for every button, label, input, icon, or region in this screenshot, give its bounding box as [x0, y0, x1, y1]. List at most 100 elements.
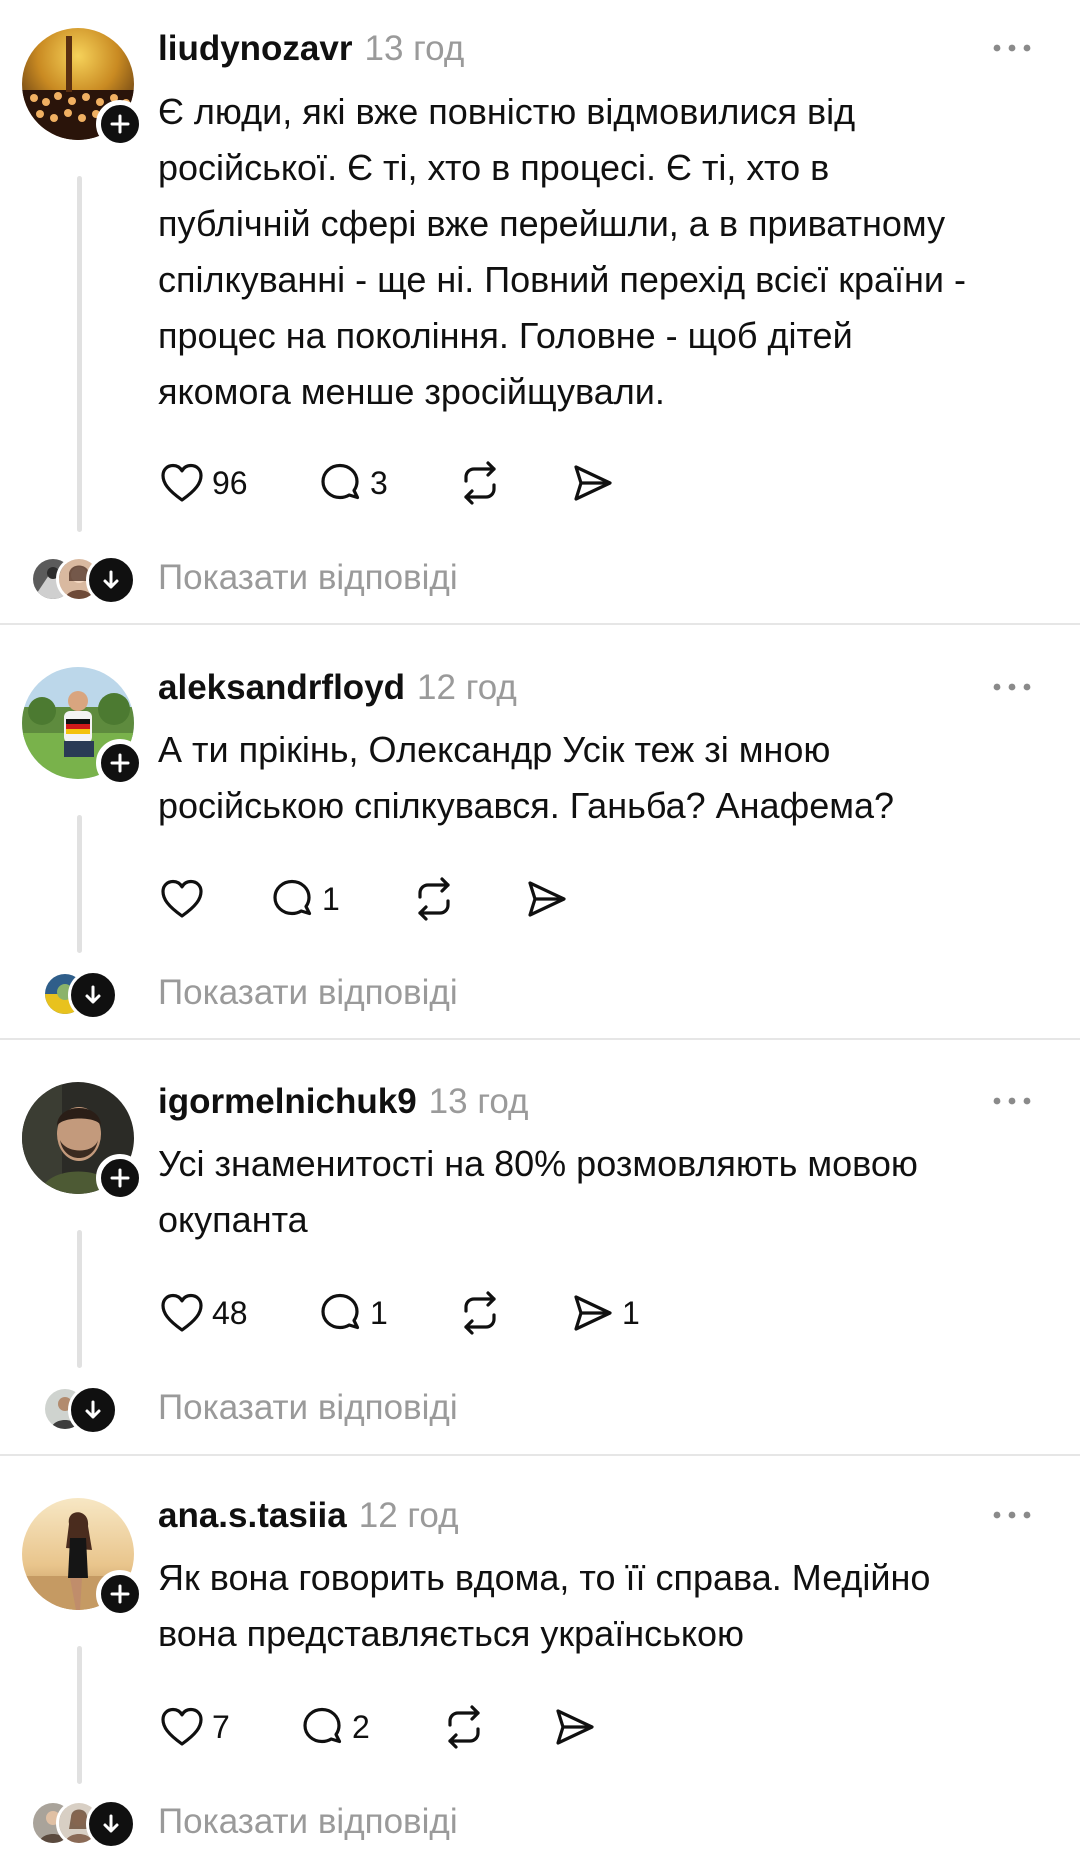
timestamp: 12 год	[417, 668, 517, 707]
more-dots-icon	[993, 1511, 1031, 1519]
like-button[interactable]: 96	[158, 453, 248, 513]
comment-button[interactable]: 3	[316, 453, 388, 513]
more-options-button[interactable]	[984, 28, 1040, 68]
expand-replies-button[interactable]	[68, 970, 118, 1020]
replies-row: Показати відповіді	[0, 1792, 1080, 1852]
comment-text-line: якомога менше зросійщували.	[158, 371, 665, 412]
comments-feed: liudynozavr 13 год Є люди, які вже повні…	[0, 0, 1080, 1849]
comment-count: 3	[370, 464, 388, 501]
comment-header: ana.s.tasiia 12 год	[158, 1491, 459, 1541]
heart-icon	[161, 879, 203, 918]
more-dots-icon	[993, 1097, 1031, 1105]
repost-button[interactable]	[410, 869, 458, 929]
comment-text-line: спілкуванні - ще ні. Повний перехід всіє…	[158, 259, 967, 300]
comment-bubble-icon	[273, 879, 312, 916]
comment-header: aleksandrfloyd 12 год	[158, 663, 517, 713]
follow-button[interactable]	[96, 1154, 144, 1202]
more-options-button[interactable]	[984, 1495, 1040, 1535]
comment-text-line: процес на покоління. Головне - щоб дітей	[158, 315, 853, 356]
comment-count: 1	[322, 880, 340, 917]
like-count: 7	[212, 1708, 230, 1745]
thread-line	[77, 1230, 82, 1368]
send-icon	[556, 1709, 594, 1745]
expand-replies-button[interactable]	[86, 555, 136, 605]
show-replies-link[interactable]: Показати відповіді	[158, 548, 458, 608]
username[interactable]: ana.s.tasiia	[158, 1496, 347, 1536]
comment-count: 2	[352, 1708, 370, 1745]
plus-icon	[110, 1168, 130, 1188]
send-icon	[528, 881, 566, 917]
plus-icon	[110, 753, 130, 773]
username[interactable]: aleksandrfloyd	[158, 668, 405, 708]
more-options-button[interactable]	[984, 667, 1040, 707]
share-count: 1	[622, 1294, 640, 1331]
show-replies-link[interactable]: Показати відповіді	[158, 963, 458, 1023]
comment-count: 1	[370, 1294, 388, 1331]
share-button[interactable]: 1	[568, 1283, 640, 1343]
expand-replies-button[interactable]	[68, 1385, 118, 1435]
comment-text: Як вона говорить вдома, то її справа. Ме…	[158, 1550, 1058, 1662]
arrow-down-icon	[103, 1814, 119, 1833]
repost-icon	[464, 1291, 496, 1335]
follow-button[interactable]	[96, 1570, 144, 1618]
thread-line	[77, 815, 82, 953]
show-replies-link[interactable]: Показати відповіді	[158, 1378, 458, 1438]
plus-icon	[110, 114, 130, 134]
comment-bubble-icon	[321, 463, 360, 500]
comment-post: ana.s.tasiia 12 год Як вона говорить вдо…	[0, 1456, 1080, 1849]
comment-text-line: окупанта	[158, 1199, 308, 1240]
comment-text-line: публічній сфері вже перейшли, а в приват…	[158, 203, 946, 244]
comment-text-line: Є люди, які вже повністю відмовилися від	[158, 91, 856, 132]
share-button[interactable]	[550, 1697, 598, 1757]
comment-text: А ти прікінь, Олександр Усік теж зі мною…	[158, 722, 1058, 834]
comment-text: Усі знаменитості на 80% розмовляють мово…	[158, 1136, 1058, 1248]
like-count: 96	[212, 464, 248, 501]
repost-icon	[448, 1705, 480, 1749]
heart-icon	[161, 1707, 203, 1746]
comment-text-line: російською спілкувався. Ганьба? Анафема?	[158, 785, 895, 826]
comment-bubble-icon	[303, 1707, 342, 1744]
repost-button[interactable]	[456, 1283, 504, 1343]
username[interactable]: liudynozavr	[158, 29, 352, 69]
thread-line	[77, 1646, 82, 1784]
comment-button[interactable]: 1	[268, 869, 340, 929]
comment-bubble-icon	[321, 1293, 360, 1330]
comment-post: igormelnichuk9 13 год Усі знаменитості н…	[0, 1040, 1080, 1453]
expand-replies-button[interactable]	[86, 1799, 136, 1849]
replies-row: Показати відповіді	[0, 1378, 1080, 1438]
replies-row: Показати відповіді	[0, 548, 1080, 608]
repost-icon	[418, 877, 450, 921]
like-button[interactable]: 7	[158, 1697, 230, 1757]
comment-text-line: А ти прікінь, Олександр Усік теж зі мною	[158, 729, 831, 770]
follow-button[interactable]	[96, 100, 144, 148]
replies-row: Показати відповіді	[0, 963, 1080, 1023]
comment-text: Є люди, які вже повністю відмовилися від…	[158, 84, 1058, 420]
show-replies-link[interactable]: Показати відповіді	[158, 1792, 458, 1852]
share-button[interactable]	[568, 453, 616, 513]
repost-button[interactable]	[456, 453, 504, 513]
username[interactable]: igormelnichuk9	[158, 1082, 417, 1122]
comment-post: aleksandrfloyd 12 год А ти прікінь, Олек…	[0, 625, 1080, 1037]
like-button[interactable]	[158, 869, 206, 929]
comment-text-line: Як вона говорить вдома, то її справа. Ме…	[158, 1557, 931, 1598]
repost-button[interactable]	[440, 1697, 488, 1757]
arrow-down-icon	[103, 570, 119, 589]
like-count: 48	[212, 1294, 248, 1331]
follow-button[interactable]	[96, 739, 144, 787]
more-dots-icon	[993, 44, 1031, 52]
share-button[interactable]	[522, 869, 570, 929]
heart-icon	[161, 1293, 203, 1332]
comment-button[interactable]: 1	[316, 1283, 388, 1343]
comment-text-line: вона представляється українською	[158, 1613, 745, 1654]
send-icon	[574, 1295, 612, 1331]
comment-text-line: російської. Є ті, хто в процесі. Є ті, х…	[158, 147, 830, 188]
timestamp: 12 год	[358, 1496, 459, 1535]
more-options-button[interactable]	[984, 1081, 1040, 1121]
comment-button[interactable]: 2	[298, 1697, 370, 1757]
arrow-down-icon	[85, 1400, 101, 1419]
more-dots-icon	[993, 683, 1031, 691]
arrow-down-icon	[85, 985, 101, 1004]
comment-header: igormelnichuk9 13 год	[158, 1077, 528, 1127]
timestamp: 13 год	[364, 29, 465, 68]
like-button[interactable]: 48	[158, 1283, 248, 1343]
